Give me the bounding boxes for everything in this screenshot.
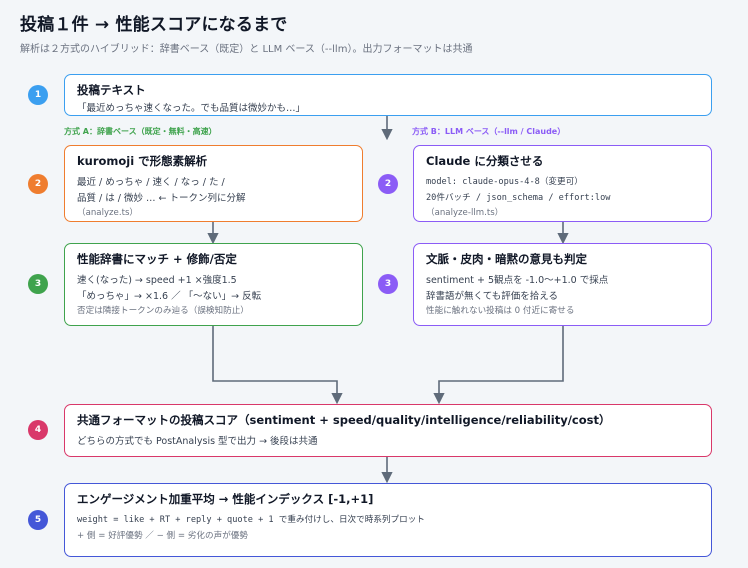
claude-note: （analyze-llm.ts） bbox=[426, 208, 504, 218]
morph-line-1: 最近 / めっちゃ / 速く / なっ / た / bbox=[77, 177, 225, 188]
claude-line-1: model: claude-opus-4-8（変更可） bbox=[426, 177, 583, 187]
step-badge-4: 4 bbox=[28, 420, 48, 440]
input-text-box: 投稿テキスト 「最近めっちゃ速くなった。でも品質は微妙かも…」 bbox=[64, 74, 712, 116]
context-title: 文脈・皮肉・暗黙の意見も判定 bbox=[426, 252, 587, 266]
arrow-a2-to-merge bbox=[212, 326, 343, 405]
dictionary-title: 性能辞書にマッチ + 修飾/否定 bbox=[77, 252, 237, 266]
performance-index-box: エンゲージメント加重平均 → 性能インデックス [-1,+1] weight =… bbox=[64, 483, 712, 557]
step-badge-3b: 3 bbox=[378, 274, 398, 294]
dictionary-match-box: 性能辞書にマッチ + 修飾/否定 速く(なった) → speed +1 ×強度1… bbox=[64, 243, 363, 326]
step-badge-1: 1 bbox=[28, 85, 48, 105]
claude-line-2: 20件バッチ / json_schema / effort:low bbox=[426, 192, 611, 203]
dictionary-note: 否定は隣接トークンのみ辿る（誤検知防止） bbox=[77, 306, 249, 316]
common-score-line: どちらの方式でも PostAnalysis 型で出力 → 後段は共通 bbox=[77, 436, 318, 447]
performance-index-line: weight = like + RT + reply + quote + 1 で… bbox=[77, 515, 425, 525]
performance-index-note: + 側 = 好評優勢 ／ − 側 = 劣化の声が優勢 bbox=[77, 530, 248, 541]
step-badge-2a: 2 bbox=[28, 174, 48, 194]
claude-classify-box: Claude に分類させる model: claude-opus-4-8（変更可… bbox=[413, 145, 712, 222]
dictionary-line-1: 速く(なった) → speed +1 ×強度1.5 bbox=[77, 275, 237, 286]
step-badge-2b: 2 bbox=[378, 174, 398, 194]
dictionary-line-2: 「めっちゃ」→ ×1.6 ／ 「〜ない」→ 反転 bbox=[77, 290, 262, 302]
lane-b-label: 方式 B：LLM ベース（--llm / Claude） bbox=[412, 127, 566, 136]
claude-title: Claude に分類させる bbox=[426, 154, 544, 168]
morph-title: kuromoji で形態素解析 bbox=[77, 154, 208, 168]
morph-line-2: 品質 / は / 微妙 … ← トークン列に分解 bbox=[77, 192, 246, 204]
input-sample: 「最近めっちゃ速くなった。でも品質は微妙かも…」 bbox=[77, 103, 306, 114]
step-badge-3a: 3 bbox=[28, 274, 48, 294]
performance-index-title: エンゲージメント加重平均 → 性能インデックス [-1,+1] bbox=[77, 492, 374, 506]
common-score-box: 共通フォーマットの投稿スコア（sentiment + speed/quality… bbox=[64, 404, 712, 457]
context-note: 性能に触れない投稿は 0 付近に寄せる bbox=[426, 306, 575, 316]
context-judge-box: 文脈・皮肉・暗黙の意見も判定 sentiment + 5観点を -1.0〜+1.… bbox=[413, 243, 712, 326]
context-line-2: 辞書語が無くても評価を拾える bbox=[426, 290, 558, 302]
input-title: 投稿テキスト bbox=[77, 83, 146, 97]
common-score-title: 共通フォーマットの投稿スコア（sentiment + speed/quality… bbox=[77, 413, 611, 427]
context-line-1: sentiment + 5観点を -1.0〜+1.0 で採点 bbox=[426, 275, 609, 286]
arrow-b2-to-merge bbox=[433, 326, 564, 405]
morph-note: （analyze.ts） bbox=[77, 208, 139, 218]
lane-a-label: 方式 A：辞書ベース（既定・無料・高速） bbox=[64, 127, 217, 136]
step-badge-5: 5 bbox=[28, 510, 48, 530]
morph-analysis-box: kuromoji で形態素解析 最近 / めっちゃ / 速く / なっ / た … bbox=[64, 145, 363, 222]
